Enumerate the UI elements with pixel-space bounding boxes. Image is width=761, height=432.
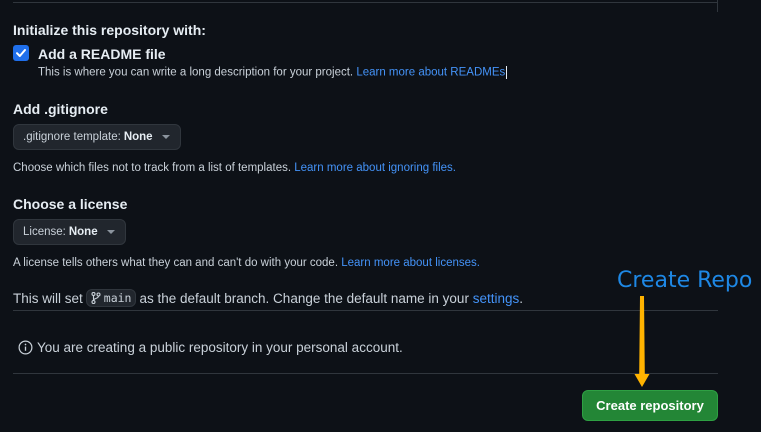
gitignore-desc-text: Choose which files not to track from a l… (13, 162, 292, 174)
gitignore-learn-link[interactable]: Learn more about ignoring files. (294, 162, 456, 174)
section-divider (13, 310, 718, 311)
gitignore-dropdown-label: .gitignore template: (23, 131, 121, 143)
readme-learn-link[interactable]: Learn more about READMEs (356, 67, 505, 79)
readme-checkbox[interactable] (13, 45, 29, 61)
caret-down-icon (106, 230, 115, 234)
gitignore-heading: Add .gitignore (13, 101, 108, 117)
top-divider (13, 0, 718, 3)
branch-period: . (519, 290, 524, 306)
text-cursor (506, 66, 508, 79)
license-dropdown[interactable]: License: None (13, 219, 126, 245)
public-notice-text: You are creating a public repository in … (37, 340, 403, 355)
section-divider (13, 373, 718, 374)
license-dropdown-label: License: (23, 226, 66, 238)
annotation-arrow-icon (634, 296, 650, 387)
branch-prefix: This will set (13, 290, 83, 306)
license-heading: Choose a license (13, 196, 128, 212)
init-heading: Initialize this repository with: (13, 22, 206, 38)
right-rule (717, 0, 718, 12)
license-desc-text: A license tells others what they can and… (13, 257, 339, 269)
public-notice: You are creating a public repository in … (18, 340, 403, 355)
readme-desc-text: This is where you can write a long descr… (38, 66, 354, 79)
gitignore-description: Choose which files not to track from a l… (13, 162, 456, 174)
branch-name: main (103, 291, 132, 305)
info-icon (18, 340, 33, 355)
branch-suffix: as the default branch. Change the defaul… (139, 290, 469, 306)
settings-link[interactable]: settings (473, 291, 520, 306)
annotation-label: Create Repo (617, 268, 753, 293)
default-branch-notice: This will set main as the default branch… (13, 289, 523, 307)
license-dropdown-value: None (68, 226, 98, 238)
readme-description: This is where you can write a long descr… (38, 66, 508, 79)
license-description: A license tells others what they can and… (13, 257, 480, 269)
license-learn-link[interactable]: Learn more about licenses. (341, 257, 480, 269)
check-icon (16, 49, 26, 57)
gitignore-dropdown[interactable]: .gitignore template: None (13, 124, 181, 150)
readme-label[interactable]: Add a README file (38, 46, 166, 62)
create-repository-button[interactable]: Create repository (582, 390, 718, 421)
gitignore-dropdown-value: None (123, 131, 153, 143)
branch-pill: main (85, 289, 137, 307)
git-branch-icon (91, 292, 101, 304)
caret-down-icon (161, 135, 170, 139)
